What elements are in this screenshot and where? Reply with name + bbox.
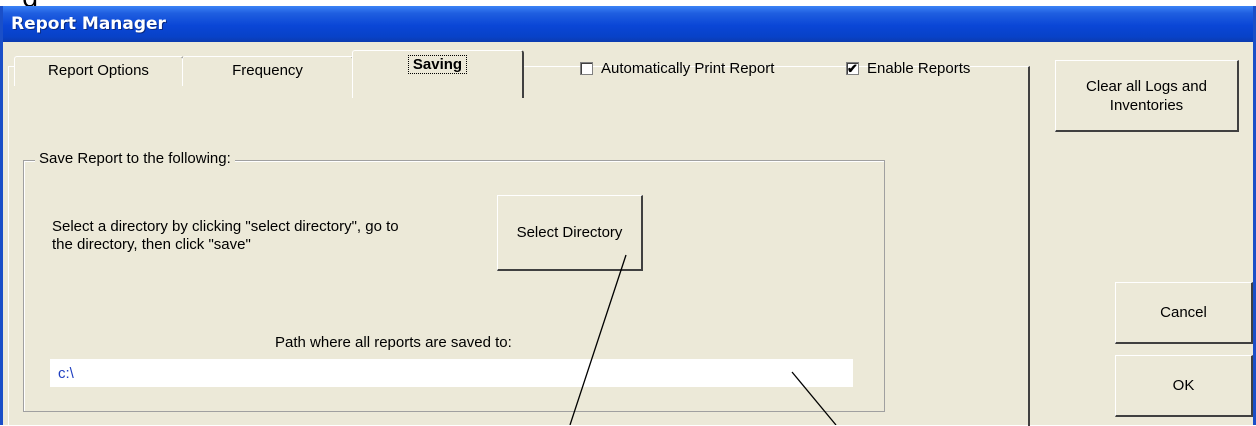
auto-print-checkbox[interactable] [580,61,593,75]
clear-logs-button[interactable]: Clear all Logs and Inventories [1055,60,1239,132]
auto-print-label: Automatically Print Report [601,59,775,77]
tab-frequency[interactable]: Frequency [182,56,354,86]
tab-saving-label: Saving [407,55,468,74]
path-label: Path where all reports are saved to: [275,334,512,351]
tab-saving[interactable]: Saving [352,50,524,98]
enable-reports-checkbox[interactable]: ✔ [846,61,859,75]
enable-reports-option[interactable]: ✔ Enable Reports [846,58,970,78]
save-report-group-title: Save Report to the following: [35,150,235,167]
window-title: Report Manager [3,6,1253,42]
ok-button[interactable]: OK [1115,355,1253,417]
tab-report-options[interactable]: Report Options [14,56,184,86]
enable-reports-label: Enable Reports [867,59,971,77]
select-directory-button[interactable]: Select Directory [497,195,643,271]
select-directory-instructions: Select a directory by clicking "select d… [52,218,399,253]
report-path-field[interactable] [50,359,853,387]
auto-print-option[interactable]: Automatically Print Report [580,58,774,78]
cancel-button[interactable]: Cancel [1115,282,1253,344]
